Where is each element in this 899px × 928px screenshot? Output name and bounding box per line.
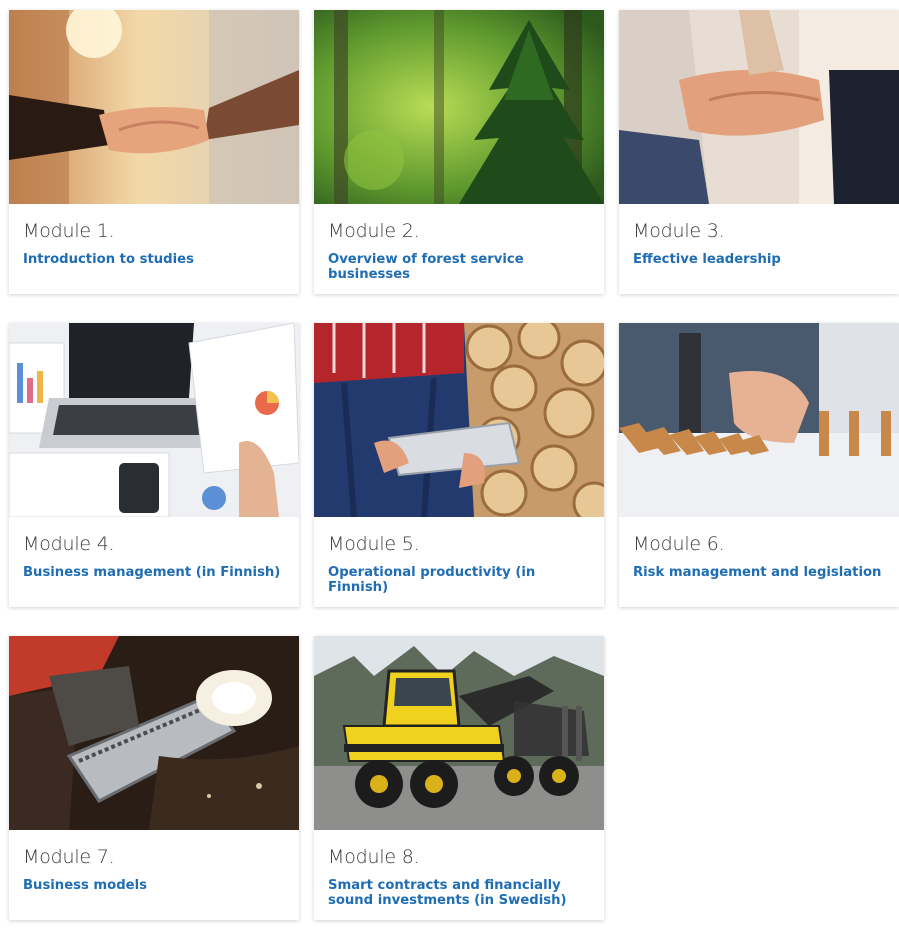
module-number: Module 3.: [633, 220, 725, 242]
module-card-2[interactable]: Module 2. Overview of forest service bus…: [314, 10, 604, 294]
module-title-link[interactable]: Smart contracts and financially sound in…: [328, 878, 590, 908]
dominoes-photo[interactable]: [619, 323, 899, 517]
module-card-3[interactable]: Module 3. Effective leadership: [619, 10, 899, 294]
module-title-link[interactable]: Business models: [23, 878, 285, 893]
module-card-4[interactable]: Module 4. Business management (in Finnis…: [9, 323, 299, 607]
module-number: Module 5.: [328, 533, 420, 555]
chainsaw-photo[interactable]: [9, 636, 299, 830]
module-number: Module 1.: [23, 220, 115, 242]
tablet-logs-photo[interactable]: [314, 323, 604, 517]
module-title-link[interactable]: Business management (in Finnish): [23, 565, 285, 580]
module-title-link[interactable]: Effective leadership: [633, 252, 885, 267]
module-card-5[interactable]: Module 5. Operational productivity (in F…: [314, 323, 604, 607]
module-card-7[interactable]: Module 7. Business models: [9, 636, 299, 920]
module-number: Module 7.: [23, 846, 115, 868]
laptop-charts-photo[interactable]: [9, 323, 299, 517]
spruce-forest-photo[interactable]: [314, 10, 604, 204]
module-title-link[interactable]: Introduction to studies: [23, 252, 285, 267]
module-grid: Module 1. Introduction to studies Module…: [0, 0, 899, 928]
forwarder-machine-photo[interactable]: [314, 636, 604, 830]
module-title-link[interactable]: Risk management and legislation: [633, 565, 885, 580]
stacked-hands-photo[interactable]: [619, 10, 899, 204]
handshake-photo[interactable]: [9, 10, 299, 204]
module-number: Module 8.: [328, 846, 420, 868]
module-title-link[interactable]: Overview of forest service businesses: [328, 252, 590, 282]
module-card-8[interactable]: Module 8. Smart contracts and financiall…: [314, 636, 604, 920]
module-number: Module 2.: [328, 220, 420, 242]
module-card-1[interactable]: Module 1. Introduction to studies: [9, 10, 299, 294]
module-number: Module 4.: [23, 533, 115, 555]
module-card-6[interactable]: Module 6. Risk management and legislatio…: [619, 323, 899, 607]
module-title-link[interactable]: Operational productivity (in Finnish): [328, 565, 590, 595]
module-number: Module 6.: [633, 533, 725, 555]
